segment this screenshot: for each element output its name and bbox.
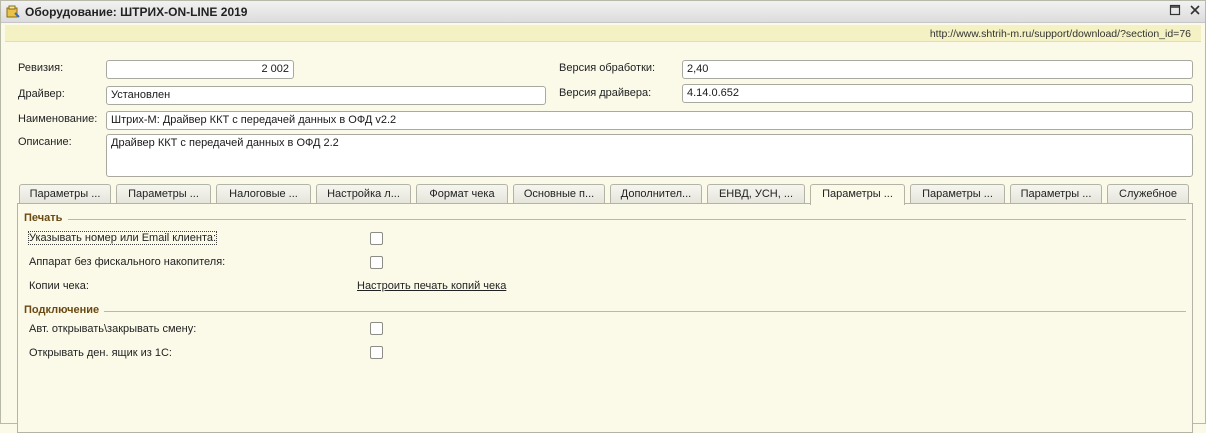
tab-receipt-format[interactable]: Формат чека: [416, 184, 508, 204]
settings-tabs: Параметры ... Параметры ... Налоговые ..…: [17, 184, 1193, 205]
auto-shift-label: Авт. открывать\закрывать смену:: [29, 323, 197, 335]
description-label: Описание:: [18, 136, 72, 148]
no-fiscal-storage-checkbox[interactable]: [370, 256, 383, 269]
tab-parameters-2[interactable]: Параметры ...: [116, 184, 211, 204]
tab-tax[interactable]: Налоговые ...: [216, 184, 311, 204]
tab-parameters-3[interactable]: Параметры ...: [910, 184, 1005, 204]
description-field[interactable]: Драйвер ККТ с передачей данных в ОФД 2.2: [106, 134, 1193, 177]
driver-label: Драйвер:: [18, 88, 65, 100]
title-bar: Оборудование: ШТРИХ-ON-LINE 2019: [1, 1, 1205, 23]
tab-envd-usn[interactable]: ЕНВД, УСН, ...: [707, 184, 805, 204]
tab-parameters-active[interactable]: Параметры ...: [810, 184, 905, 205]
cash-drawer-label: Открывать ден. ящик из 1С:: [29, 347, 172, 359]
equipment-icon: [6, 5, 20, 18]
processing-version-field[interactable]: 2,40: [682, 60, 1193, 79]
customer-contact-checkbox[interactable]: [370, 232, 383, 245]
print-group-title: Печать: [24, 212, 63, 224]
tab-panel: Печать Указывать номер или Email клиента…: [17, 203, 1193, 433]
name-label: Наименование:: [18, 113, 98, 125]
maximize-icon[interactable]: [1167, 4, 1183, 20]
tab-parameters-4[interactable]: Параметры ...: [1010, 184, 1102, 204]
window-title: Оборудование: ШТРИХ-ON-LINE 2019: [25, 5, 248, 19]
driver-field[interactable]: Установлен: [106, 86, 546, 105]
tab-additional[interactable]: Дополнител...: [610, 184, 702, 204]
receipt-copies-label: Копии чека:: [29, 280, 89, 292]
support-url[interactable]: http://www.shtrih-m.ru/support/download/…: [930, 28, 1191, 40]
tab-service[interactable]: Служебное: [1107, 184, 1189, 204]
tab-setup[interactable]: Настройка л...: [316, 184, 411, 204]
driver-version-label: Версия драйвера:: [559, 87, 652, 99]
cash-drawer-checkbox[interactable]: [370, 346, 383, 359]
name-field[interactable]: Штрих-М: Драйвер ККТ с передачей данных …: [106, 111, 1193, 130]
print-group-divider: [68, 219, 1186, 220]
revision-field[interactable]: 2 002: [106, 60, 294, 79]
close-icon[interactable]: [1187, 4, 1203, 20]
driver-version-field[interactable]: 4.14.0.652: [682, 84, 1193, 103]
processing-version-label: Версия обработки:: [559, 62, 656, 74]
connection-group-title: Подключение: [24, 304, 100, 316]
customer-contact-label: Указывать номер или Email клиента:: [27, 231, 218, 245]
auto-shift-checkbox[interactable]: [370, 322, 383, 335]
configure-receipt-copies-link[interactable]: Настроить печать копий чека: [357, 280, 506, 292]
equipment-window: Оборудование: ШТРИХ-ON-LINE 2019 http://…: [0, 0, 1206, 433]
no-fiscal-storage-label: Аппарат без фискального накопителя:: [29, 256, 226, 268]
support-url-bar: http://www.shtrih-m.ru/support/download/…: [5, 25, 1201, 42]
tab-parameters-1[interactable]: Параметры ...: [19, 184, 111, 204]
connection-group-divider: [104, 311, 1186, 312]
revision-label: Ревизия:: [18, 62, 64, 74]
tab-main[interactable]: Основные п...: [513, 184, 605, 204]
